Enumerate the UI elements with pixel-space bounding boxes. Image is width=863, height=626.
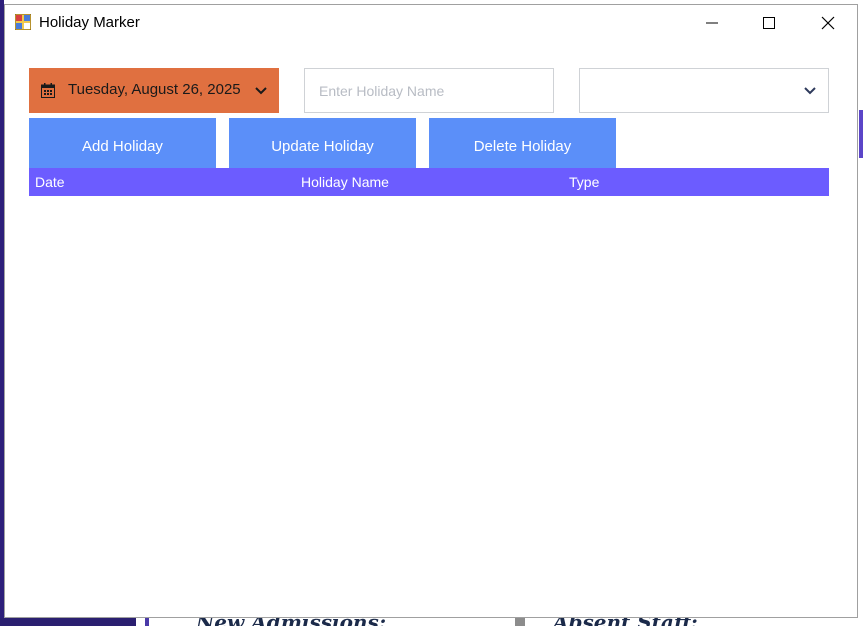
- close-icon: [821, 16, 835, 30]
- background-heading-absent: Absent Staff:: [553, 618, 698, 626]
- chevron-down-icon[interactable]: [804, 87, 816, 95]
- column-header-date[interactable]: Date: [35, 174, 65, 190]
- background-app-edge-right: [859, 110, 863, 158]
- background-app-strip: New Admissions: Absent Staff:: [0, 618, 863, 626]
- delete-holiday-button[interactable]: Delete Holiday: [429, 118, 616, 174]
- window-title: Holiday Marker: [39, 14, 140, 31]
- holidays-grid-header: Date Holiday Name Type: [29, 168, 829, 196]
- holiday-date-picker[interactable]: Tuesday, August 26, 2025: [29, 68, 279, 113]
- holiday-name-input[interactable]: [304, 68, 554, 113]
- maximize-button[interactable]: [746, 5, 792, 41]
- calendar-icon: [41, 83, 55, 98]
- holiday-type-select[interactable]: [579, 68, 829, 113]
- date-value: Tuesday, August 26, 2025: [68, 81, 241, 98]
- column-header-holiday-name[interactable]: Holiday Name: [301, 174, 389, 190]
- title-bar[interactable]: Holiday Marker: [5, 5, 857, 43]
- background-sidebar: [0, 618, 136, 626]
- minimize-button[interactable]: [689, 5, 735, 41]
- holiday-marker-window: Holiday Marker Tuesday, August 26, 2025 …: [4, 4, 858, 618]
- maximize-icon: [763, 17, 775, 29]
- column-header-type[interactable]: Type: [569, 174, 599, 190]
- chevron-down-icon[interactable]: [255, 87, 267, 95]
- app-icon: [15, 14, 31, 30]
- add-holiday-button[interactable]: Add Holiday: [29, 118, 216, 174]
- close-button[interactable]: [805, 5, 851, 41]
- background-divider: [145, 618, 149, 626]
- background-heading-admissions: New Admissions:: [196, 618, 386, 626]
- background-divider-grey: [515, 618, 525, 626]
- update-holiday-button[interactable]: Update Holiday: [229, 118, 416, 174]
- minimize-icon: [706, 22, 718, 24]
